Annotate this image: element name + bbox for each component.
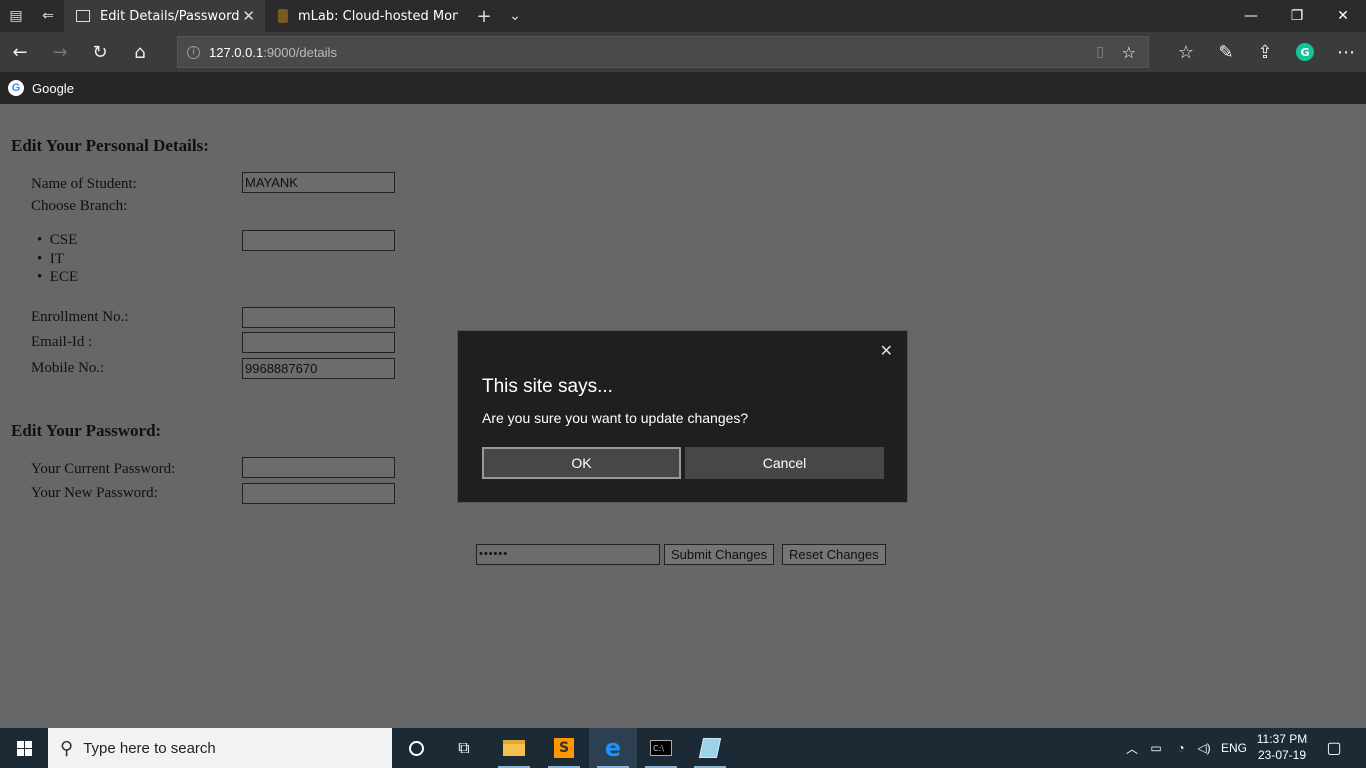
home-icon[interactable]: ⌂ [120,32,160,72]
branch-label-it: IT [49,251,64,267]
edge-browser-icon[interactable]: e [589,728,637,768]
tab-actions-icon[interactable]: ▤ [0,0,32,32]
google-icon: G [8,80,24,96]
confirm-dialog: ✕ This site says... Are you sure you wan… [457,330,908,503]
mobile-input[interactable]: 9968887670 [242,358,395,379]
tab-edit-details[interactable]: Edit Details/Password ✕ [64,0,265,32]
browser-title-bar: ▤ ⇐ Edit Details/Password ✕ mLab: Cloud-… [0,0,1366,32]
refresh-icon[interactable]: ↻ [80,32,120,72]
windows-logo-icon [16,740,32,756]
current-password-label: Your Current Password: [31,461,176,477]
new-password-input[interactable] [242,483,395,504]
taskbar: ⚲ Type here to search ⧉ S e C:\ ︿ ▭ ◔ ◁)… [0,728,1366,768]
forward-icon[interactable]: → [40,32,80,72]
language-indicator[interactable]: ENG [1218,728,1250,768]
search-placeholder: Type here to search [83,739,216,757]
submit-changes-button[interactable]: Submit Changes [664,544,775,565]
cancel-button[interactable]: Cancel [685,447,884,479]
pen-notes-icon[interactable]: ✎ [1206,32,1246,72]
personal-details-heading: Edit Your Personal Details: [11,136,209,155]
volume-icon[interactable]: ◁) [1194,728,1214,768]
restore-button[interactable]: ❐ [1274,0,1320,32]
address-bar[interactable]: i 127.0.0.1:9000/details ▯ ☆ [177,36,1149,68]
email-input[interactable] [242,332,395,353]
favorites-hub-icon[interactable]: ☆ [1166,32,1206,72]
file-explorer-icon[interactable] [490,728,538,768]
favorites-bar: G Google [0,72,1366,104]
enrollment-label: Enrollment No.: [31,309,129,325]
clock-date: 23-07-19 [1257,748,1307,762]
dialog-message: Are you sure you want to update changes? [482,410,749,426]
set-tabs-aside-icon[interactable]: ⇐ [32,0,64,32]
password-heading: Edit Your Password: [11,421,162,440]
branch-input[interactable] [242,230,395,251]
favorite-star-icon[interactable]: ☆ [1122,43,1136,62]
branch-item-cse: • CSE [37,232,78,248]
taskbar-search[interactable]: ⚲ Type here to search [48,728,392,768]
tab-title: mLab: Cloud-hosted Mongo [298,8,458,24]
confirm-password-input[interactable]: •••••• [476,544,660,565]
branch-item-ece: • ECE [37,269,79,285]
page-icon [76,10,90,22]
name-input[interactable]: MAYANK [242,172,395,193]
navigation-bar: ← → ↻ ⌂ i 127.0.0.1:9000/details ▯ ☆ ☆ ✎… [0,32,1366,72]
tab-title: Edit Details/Password [100,8,240,24]
favorite-google[interactable]: G Google [8,72,74,104]
branch-item-it: • IT [37,251,64,267]
clock[interactable]: 11:37 PM 23-07-19 [1252,731,1312,763]
close-window-button[interactable]: ✕ [1320,0,1366,32]
clock-time: 11:37 PM [1256,732,1308,746]
back-icon[interactable]: ← [0,32,40,72]
tab-mlab[interactable]: mLab: Cloud-hosted Mongo [268,0,462,32]
branch-label-cse: CSE [49,232,78,248]
chevron-down-icon[interactable]: ⌄ [500,0,530,32]
dialog-title: This site says... [482,376,613,397]
notes-app-icon[interactable] [686,728,734,768]
current-password-input[interactable] [242,457,395,478]
name-label: Name of Student: [31,176,137,192]
reset-changes-button[interactable]: Reset Changes [782,544,886,565]
branch-label: Choose Branch: [31,198,128,214]
close-icon[interactable]: ✕ [880,341,893,361]
new-password-label: Your New Password: [31,485,158,501]
wifi-icon[interactable]: ◔ [1170,728,1192,768]
mobile-label: Mobile No.: [31,360,105,376]
site-info-icon[interactable]: i [187,45,200,59]
show-hidden-icons-icon[interactable]: ︿ [1122,728,1142,768]
share-icon[interactable]: ⇪ [1245,32,1285,72]
cortana-icon[interactable] [392,728,440,768]
sublime-text-icon[interactable]: S [540,728,588,768]
email-label: Email-Id : [31,334,93,350]
branch-label-ece: ECE [49,269,79,285]
battery-icon[interactable]: ▭ [1146,728,1166,768]
minimize-button[interactable]: — [1228,0,1274,32]
command-prompt-icon[interactable]: C:\ [637,728,685,768]
ok-button[interactable]: OK [482,447,681,479]
new-tab-icon[interactable]: + [470,0,498,32]
action-center-icon[interactable]: ▢ [1322,728,1346,768]
start-button[interactable] [0,728,48,768]
task-view-icon[interactable]: ⧉ [440,728,488,768]
more-menu-icon[interactable]: ⋯ [1326,32,1366,72]
grammarly-icon[interactable]: G [1285,32,1325,72]
favorite-label: Google [32,80,74,96]
reading-view-icon[interactable]: ▯ [1096,44,1104,60]
mlab-icon [278,9,288,23]
close-tab-icon[interactable]: ✕ [242,7,255,25]
enrollment-input[interactable] [242,307,395,328]
url-host: 127.0.0.1 [209,44,264,60]
search-icon: ⚲ [60,737,74,758]
url-path: :9000/details [263,44,337,60]
